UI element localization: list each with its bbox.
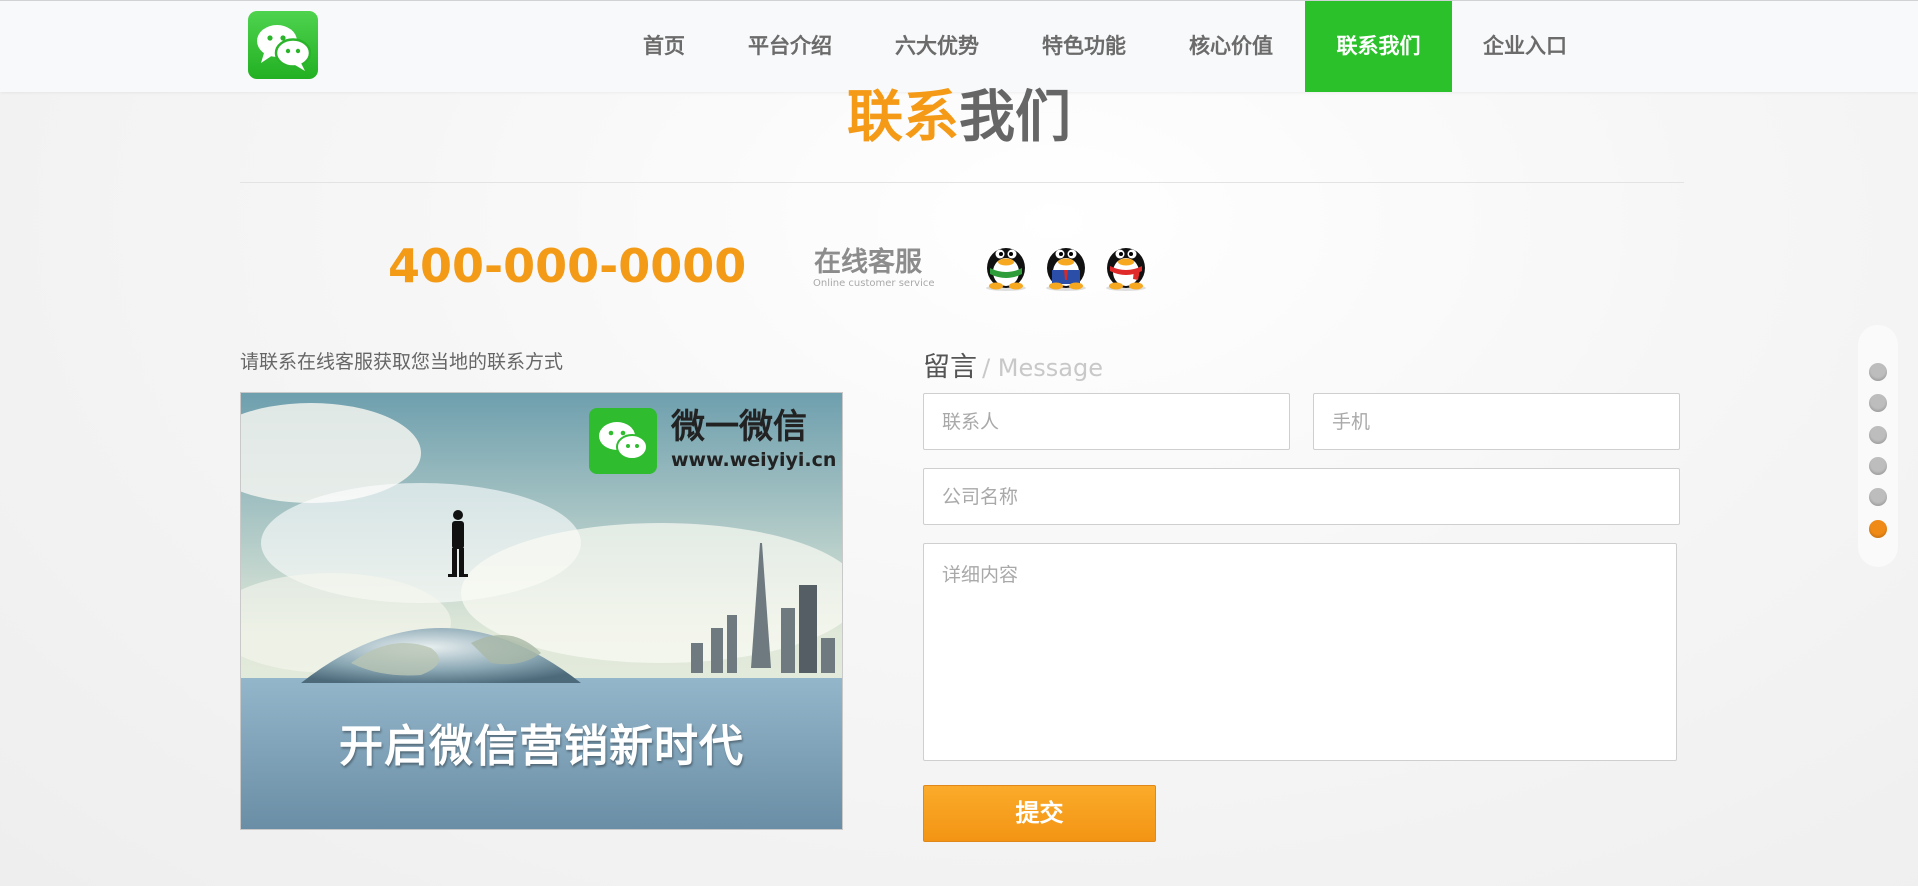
section-title: 联系我们 bbox=[0, 78, 1918, 158]
section-title-highlight: 联系 bbox=[847, 85, 959, 150]
section-dot[interactable] bbox=[1869, 426, 1887, 444]
section-divider bbox=[240, 182, 1684, 183]
banner-slogan: 开启微信营销新时代 bbox=[339, 721, 744, 772]
message-heading-en: / Message bbox=[982, 354, 1103, 382]
section-dot[interactable] bbox=[1869, 488, 1887, 506]
promo-banner: 微一微信 www.weiyiyi.cn 开启微信营销新时代 bbox=[240, 392, 843, 830]
submit-button[interactable]: 提交 bbox=[923, 785, 1156, 842]
wechat-logo-icon[interactable] bbox=[248, 11, 318, 79]
mobile-phone-input[interactable] bbox=[1313, 393, 1680, 450]
qq-penguin-green-icon[interactable] bbox=[980, 236, 1032, 292]
online-service-sublabel: Online customer service bbox=[813, 278, 935, 289]
online-service-label: 在线客服 bbox=[814, 247, 922, 278]
section-dot[interactable] bbox=[1869, 457, 1887, 475]
company-name-input[interactable] bbox=[923, 468, 1680, 525]
banner-brand-url: www.weiyiyi.cn bbox=[671, 449, 837, 471]
hotline-number: 400-000-0000 bbox=[388, 239, 747, 293]
message-heading-zh: 留言 bbox=[923, 352, 977, 383]
section-title-rest: 我们 bbox=[959, 85, 1071, 150]
section-dot[interactable] bbox=[1869, 394, 1887, 412]
section-dot[interactable] bbox=[1869, 363, 1887, 381]
message-detail-textarea[interactable] bbox=[923, 543, 1677, 761]
contact-person-input[interactable] bbox=[923, 393, 1290, 450]
banner-brand-name: 微一微信 bbox=[671, 407, 807, 447]
message-form-heading: 留言 / Message bbox=[923, 350, 1103, 389]
contact-note: 请联系在线客服获取您当地的联系方式 bbox=[240, 351, 564, 373]
section-dot-active[interactable] bbox=[1869, 520, 1887, 538]
qq-penguin-red-icon[interactable] bbox=[1100, 236, 1152, 292]
qq-penguin-blue-icon[interactable] bbox=[1040, 236, 1092, 292]
